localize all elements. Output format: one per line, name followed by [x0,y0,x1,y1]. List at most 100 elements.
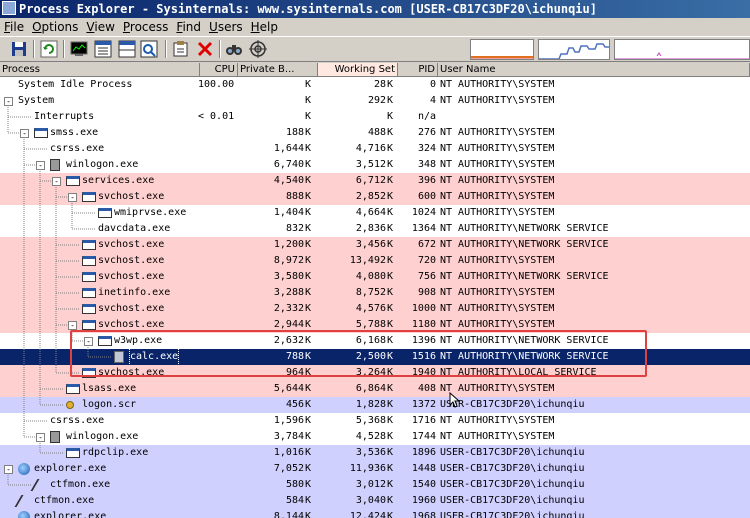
process-name: svchost.exe [98,303,165,314]
pid-value: 1896 [411,447,436,458]
process-row[interactable]: - System K 292 K 4 NT AUTHORITY\SYSTEM [0,93,750,109]
menu-file[interactable]: File [0,18,28,36]
process-row[interactable]: System Idle Process 100.00 K 28 K 0 NT AUTHORI… [0,77,750,93]
process-row[interactable]: wmiprvse.exe 1,404 K 4,664 K 1024 NT AUTHORITY… [0,205,750,221]
memory-graph[interactable] [538,39,610,60]
pid-value: 1968 [411,511,436,518]
working-set-value: 8,752 [355,287,386,298]
column-pid[interactable]: PID [398,63,438,77]
user-name-value: NT AUTHORITY\NETWORK SERVICE [440,335,609,346]
cpu-graph[interactable] [470,39,534,60]
private-bytes-value: 888 [285,191,304,202]
process-name: explorer.exe [34,463,107,474]
working-set-value: 488 [367,127,386,138]
collapse-toggle-icon[interactable]: - [36,433,45,442]
process-row[interactable]: - winlogon.exe 6,740 K 3,512 K 348 NT AUTHORITY… [0,157,750,173]
process-row[interactable]: svchost.exe 3,580 K 4,080 K 756 NT AUTHORITY\N… [0,269,750,285]
menu-process[interactable]: Process [119,18,173,36]
process-row[interactable]: svchost.exe 964 K 3,264 K 1940 NT AUTHORITY\LO… [0,365,750,381]
user-name-value: NT AUTHORITY\SYSTEM [440,287,555,298]
process-row[interactable]: svchost.exe 2,332 K 4,576 K 1000 NT AUTHORITY\… [0,301,750,317]
private-bytes-value: 964 [285,367,304,378]
process-row[interactable]: - winlogon.exe 3,784 K 4,528 K 1744 NT AUTHORIT… [0,429,750,445]
process-row[interactable]: - smss.exe 188 K 488 K 276 NT AUTHORITY\SYSTEM [0,125,750,141]
process-row[interactable]: ctfmon.exe 584 K 3,040 K 1960 USER-CB17C3DF20\… [0,493,750,509]
pid-value: 756 [417,271,436,282]
working-set-value: 6,712 [355,175,386,186]
column-working-set[interactable]: Working Set [318,63,398,77]
pid-value: n/a [417,111,436,122]
process-tree-icon[interactable] [94,40,112,58]
pid-value: 1744 [411,431,436,442]
process-row[interactable]: calc.exe 788 K 2,500 K 1516 NT AUTHORITY\NETWO… [0,348,750,366]
find-handle-icon[interactable] [225,40,243,58]
process-row[interactable]: - svchost.exe 888 K 2,852 K 600 NT AUTHORITY\SY… [0,189,750,205]
column-cpu[interactable]: CPU [200,63,238,77]
menu-options[interactable]: Options [28,18,82,36]
collapse-toggle-icon[interactable]: - [36,161,45,170]
collapse-toggle-icon[interactable]: - [68,321,77,330]
lower-pane-icon[interactable] [118,40,136,58]
kill-process-icon[interactable] [196,40,214,58]
menu-view[interactable]: View [82,18,118,36]
dll-view-icon[interactable] [140,40,158,58]
user-name-value: NT AUTHORITY\NETWORK SERVICE [440,223,609,234]
target-icon[interactable] [249,40,267,58]
process-row[interactable]: explorer.exe 8,144 K 12,424 K 1968 USER-CB17C3… [0,509,750,518]
process-row[interactable]: inetinfo.exe 3,288 K 8,752 K 908 NT AUTHORITY\… [0,285,750,301]
cpu-value: < 0.01 [198,111,235,122]
process-row[interactable]: csrss.exe 1,596 K 5,368 K 1716 NT AUTHORITY\SY… [0,413,750,429]
process-row[interactable]: - explorer.exe 7,052 K 11,936 K 1448 USER-CB17C… [0,461,750,477]
collapse-toggle-icon[interactable]: - [84,337,93,346]
process-name: ctfmon.exe [50,479,111,490]
private-bytes-unit: K [305,95,312,106]
process-row[interactable]: svchost.exe 1,200 K 3,456 K 672 NT AUTHORITY\N… [0,237,750,253]
menu-find[interactable]: Find [172,18,205,36]
process-row[interactable]: ctfmon.exe 580 K 3,012 K 1540 USER-CB17C3DF20\… [0,477,750,493]
process-row[interactable]: Interrupts < 0.01 K Kn/a [0,109,750,125]
working-set-value: 4,716 [355,143,386,154]
properties-icon[interactable] [172,40,190,58]
process-row[interactable]: logon.scr 456 K 1,828 K 1372 USER-CB17C3DF20\i… [0,397,750,413]
process-row[interactable]: - svchost.exe 2,944 K 5,788 K 1180 NT AUTHORITY… [0,317,750,333]
process-logon-icon [50,431,60,443]
process-row[interactable]: - services.exe 4,540 K 6,712 K 396 NT AUTHORITY… [0,173,750,189]
save-icon[interactable] [10,40,28,58]
user-name-value: NT AUTHORITY\SYSTEM [440,127,555,138]
column-process[interactable]: Process [0,63,200,77]
collapse-toggle-icon[interactable]: - [4,465,13,474]
private-bytes-unit: K [305,431,312,442]
title-bar: Process Explorer - Sysinternals: www.sys… [0,0,750,18]
pid-value: 276 [417,127,436,138]
process-window-icon [82,320,96,330]
process-row[interactable]: svchost.exe 8,972 K 13,492 K 720 NT AUTHORITY\… [0,253,750,269]
column-private-bytes[interactable]: Private B... [238,63,318,77]
collapse-toggle-icon[interactable]: - [52,177,61,186]
menu-users[interactable]: Users [205,18,247,36]
collapse-toggle-icon[interactable]: - [68,193,77,202]
working-set-value: 3,040 [355,495,386,506]
process-row[interactable]: - w3wp.exe 2,632 K 6,168 K 1396 NT AUTHORITY\NE… [0,333,750,349]
private-bytes-unit: K [305,111,312,122]
process-name: ctfmon.exe [34,495,95,506]
process-row[interactable]: rdpclip.exe 1,016 K 3,536 K 1896 USER-CB17C3DF… [0,445,750,461]
collapse-toggle-icon[interactable]: - [4,97,13,106]
private-bytes-unit: K [305,207,312,218]
process-row[interactable]: csrss.exe 1,644 K 4,716 K 324 NT AUTHORITY\SYS… [0,141,750,157]
io-graph[interactable] [614,39,750,60]
menu-help[interactable]: Help [247,18,282,36]
system-info-icon[interactable] [70,40,88,58]
user-name-value: NT AUTHORITY\SYSTEM [440,95,555,106]
private-bytes-unit: K [305,303,312,314]
working-set-value: 3,536 [355,447,386,458]
private-bytes-unit: K [305,319,312,330]
process-row[interactable]: davcdata.exe 832 K 2,836 K 1364 NT AUTHORITY\N… [0,221,750,237]
process-calc-icon [114,351,124,363]
refresh-icon[interactable] [40,40,58,58]
column-user-name[interactable]: User Name [438,63,750,77]
process-window-icon [66,384,80,394]
process-name: explorer.exe [34,511,107,518]
collapse-toggle-icon[interactable]: - [20,129,29,138]
private-bytes-value: 7,052 [273,463,304,474]
process-row[interactable]: lsass.exe 5,644 K 6,864 K 408 NT AUTHORITY\SYS… [0,381,750,397]
